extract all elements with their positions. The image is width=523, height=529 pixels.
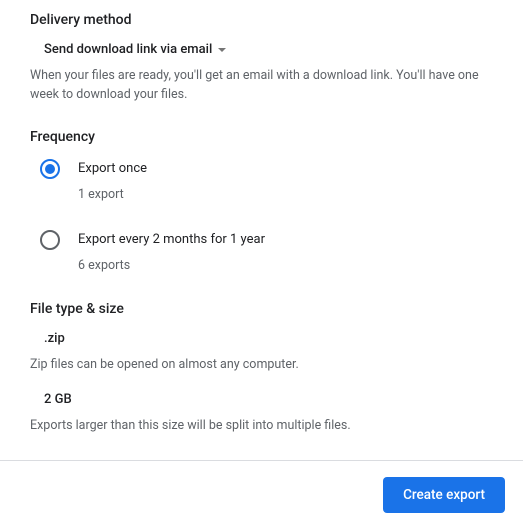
frequency-option-label: Export once — [78, 161, 147, 176]
frequency-section: Frequency Export once 1 export Export ev… — [30, 129, 493, 273]
frequency-option-sub: 1 export — [78, 187, 493, 202]
delivery-method-helper: When your files are ready, you'll get an… — [30, 67, 493, 105]
file-type-size-title: File type & size — [30, 301, 493, 317]
delivery-method-selected: Send download link via email — [44, 42, 212, 57]
create-export-button[interactable]: Create export — [383, 477, 505, 513]
frequency-option-label: Export every 2 months for 1 year — [78, 232, 265, 247]
export-settings: Delivery method Send download link via e… — [0, 0, 523, 436]
file-size-selected: 2 GB — [44, 392, 72, 407]
radio-selected-icon — [40, 159, 60, 179]
frequency-option-once[interactable]: Export once 1 export — [30, 159, 493, 202]
frequency-title: Frequency — [30, 129, 493, 145]
delivery-method-section: Delivery method Send download link via e… — [30, 12, 493, 105]
frequency-option-every-2-months[interactable]: Export every 2 months for 1 year 6 expor… — [30, 230, 493, 273]
file-type-helper: Zip files can be opened on almost any co… — [30, 356, 493, 375]
file-size-dropdown[interactable]: 2 GB — [44, 392, 82, 407]
file-type-dropdown[interactable]: .zip — [44, 331, 75, 346]
file-type-size-section: File type & size .zip Zip files can be o… — [30, 301, 493, 437]
file-type-selected: .zip — [44, 331, 65, 346]
radio-unselected-icon — [40, 230, 60, 250]
file-size-helper: Exports larger than this size will be sp… — [30, 417, 493, 436]
footer: Create export — [0, 460, 523, 529]
caret-down-icon — [218, 48, 226, 52]
frequency-option-sub: 6 exports — [78, 258, 493, 273]
delivery-method-dropdown[interactable]: Send download link via email — [44, 42, 226, 57]
delivery-method-title: Delivery method — [30, 12, 493, 28]
